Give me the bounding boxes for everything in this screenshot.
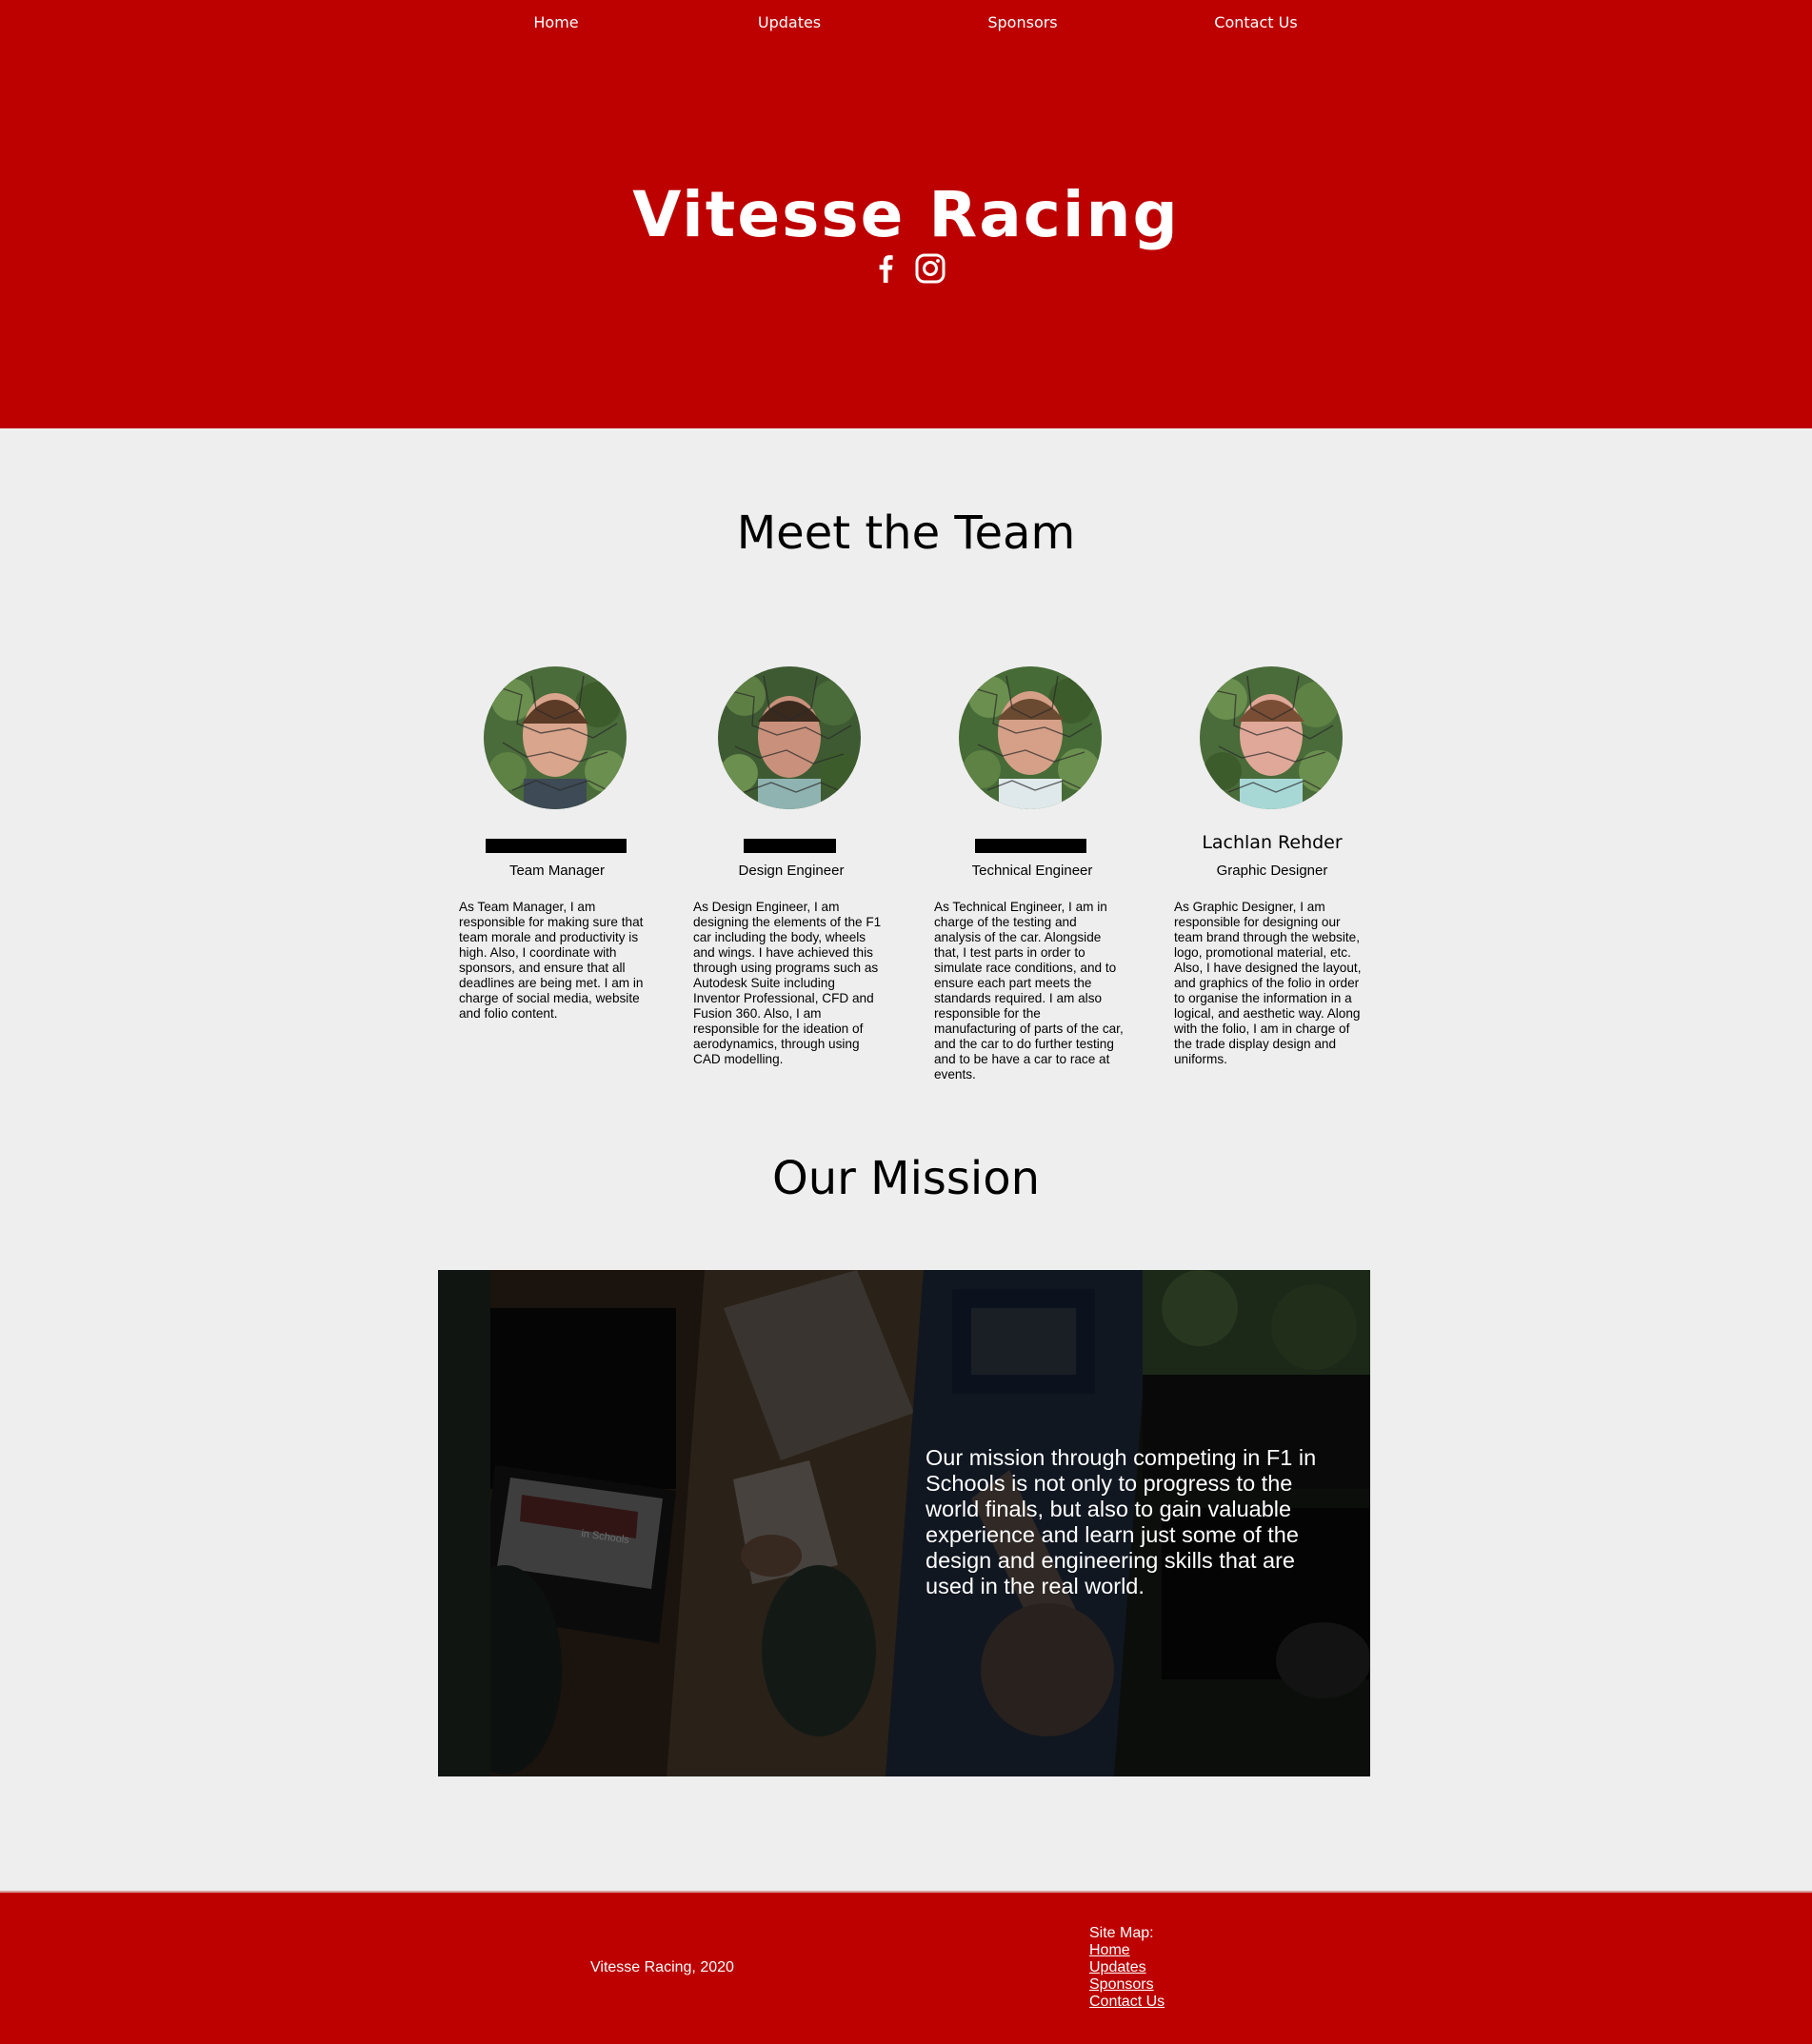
member-name-redacted (975, 839, 1086, 853)
member-bio: As Technical Engineer, I am in charge of… (934, 900, 1124, 1082)
facebook-icon[interactable] (868, 251, 903, 286)
member-bio: As Design Engineer, I am designing the e… (693, 900, 882, 1066)
member-role: Team Manager (508, 863, 606, 879)
mission-banner: in Schools Our mission through competing… (438, 1270, 1370, 1776)
footer-sitemap: Site Map: Home Updates Sponsors Contact … (1089, 1925, 1165, 2011)
member-name: Lachlan Rehder (1202, 832, 1343, 853)
member-name-redacted (744, 839, 836, 853)
member-avatar (718, 666, 861, 809)
member-name-redacted (486, 839, 627, 853)
member-role: Technical Engineer (971, 863, 1093, 879)
site-header: Home Updates Sponsors Contact Us Vitesse… (0, 0, 1812, 428)
member-avatar (484, 666, 627, 809)
nav-home[interactable]: Home (480, 13, 632, 31)
social-links (868, 251, 950, 288)
sitemap-link-contact-us[interactable]: Contact Us (1089, 1994, 1165, 2011)
main-nav: Home Updates Sponsors Contact Us (0, 13, 1812, 34)
member-bio: As Graphic Designer, I am responsible fo… (1174, 900, 1362, 1066)
site-footer: Vitesse Racing, 2020 Site Map: Home Upda… (0, 1891, 1812, 2044)
member-role: Design Engineer (738, 863, 845, 879)
team-section-title: Meet the Team (736, 506, 1076, 560)
site-title: Vitesse Racing (632, 178, 1180, 251)
sitemap-label: Site Map: (1089, 1925, 1154, 1941)
instagram-icon[interactable] (913, 251, 947, 286)
member-role: Graphic Designer (1216, 863, 1328, 879)
member-bio: As Team Manager, I am responsible for ma… (459, 900, 644, 1021)
nav-contact-us[interactable]: Contact Us (1180, 13, 1332, 31)
member-avatar (959, 666, 1102, 809)
footer-copyright: Vitesse Racing, 2020 (590, 1959, 734, 1975)
sitemap-link-sponsors[interactable]: Sponsors (1089, 1976, 1165, 1994)
nav-sponsors[interactable]: Sponsors (946, 13, 1099, 31)
sitemap-link-home[interactable]: Home (1089, 1942, 1165, 1959)
mission-section-title: Our Mission (771, 1152, 1041, 1205)
sitemap-link-updates[interactable]: Updates (1089, 1959, 1165, 1976)
mission-statement: Our mission through competing in F1 in S… (926, 1445, 1317, 1598)
member-avatar (1200, 666, 1343, 809)
nav-updates[interactable]: Updates (713, 13, 866, 31)
